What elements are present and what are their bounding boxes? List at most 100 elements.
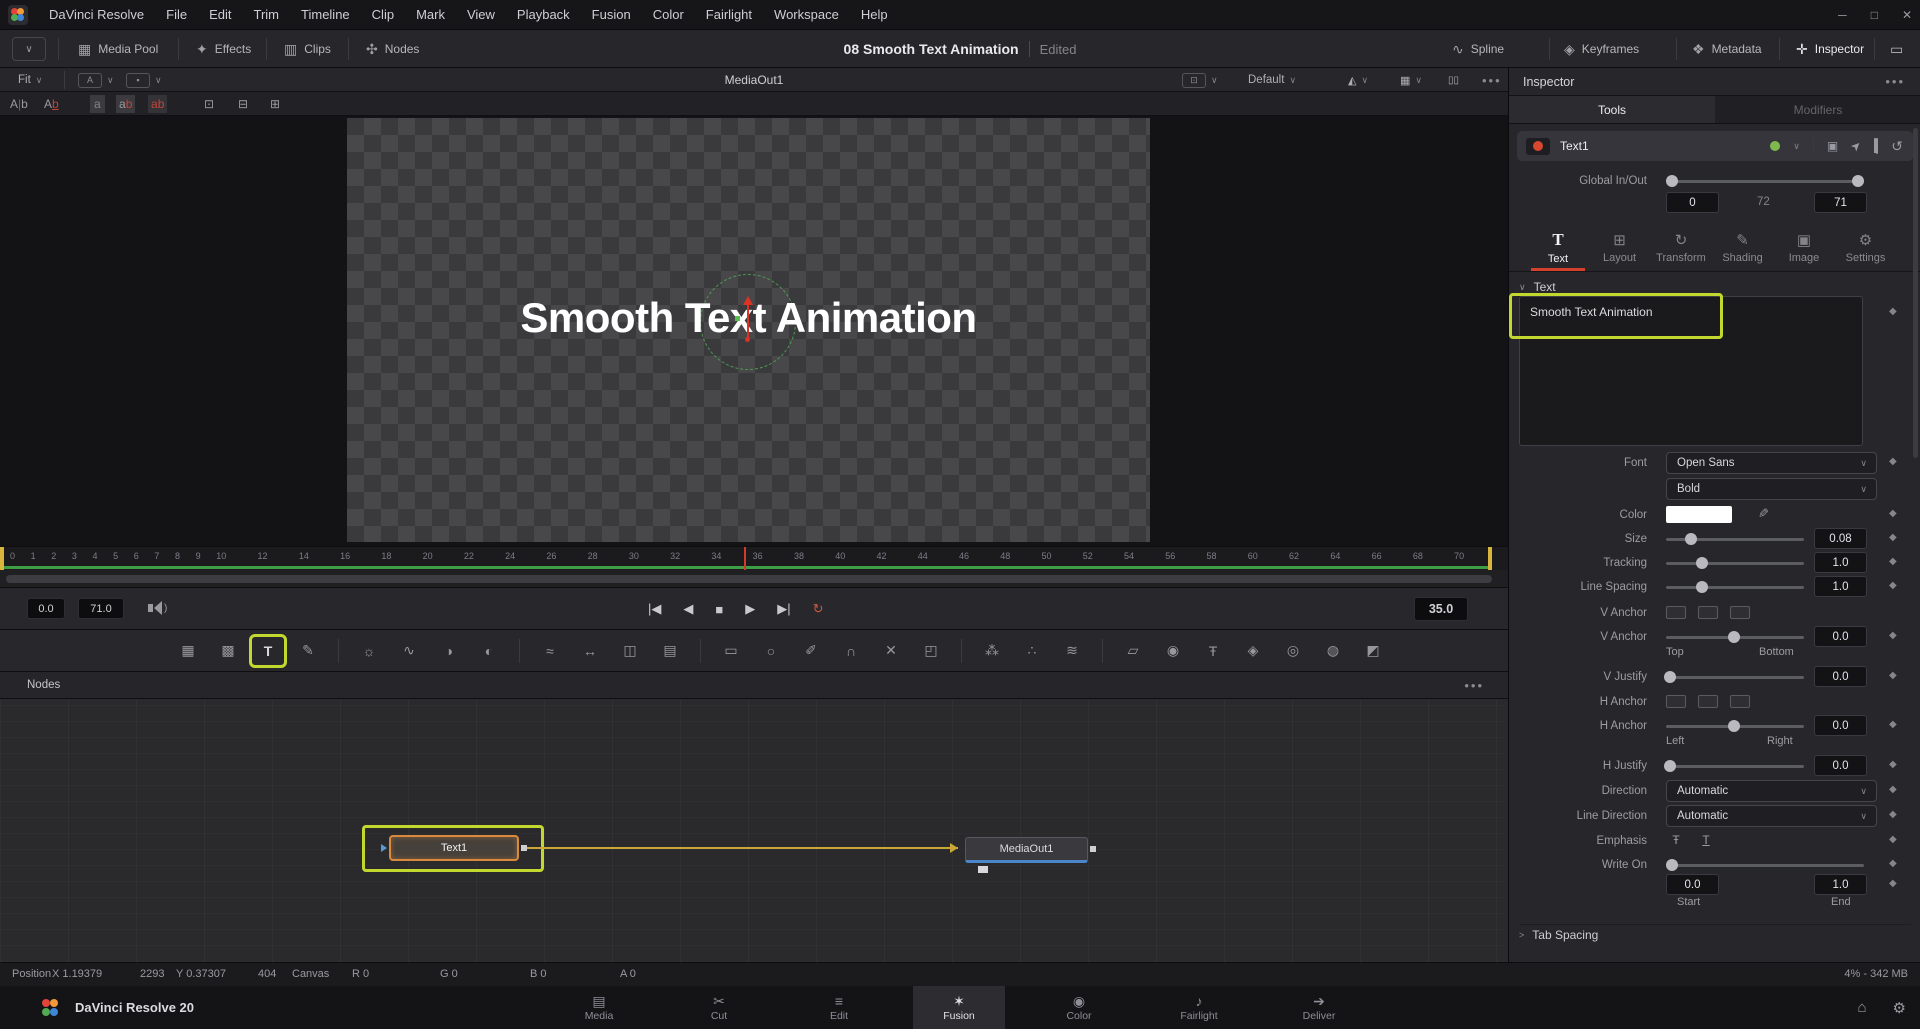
menu-edit[interactable]: Edit [198, 0, 242, 29]
v-anchor-bottom-button[interactable] [1730, 606, 1750, 619]
play-button[interactable]: ▶ [745, 601, 755, 617]
line-spacing-field[interactable]: 1.0 [1814, 576, 1867, 597]
timeline-scrollbar[interactable] [0, 570, 1508, 588]
keyframe-diamond-icon[interactable]: ◆ [1889, 630, 1897, 641]
close-icon[interactable]: ✕ [1902, 8, 1912, 22]
viewer-guides-button[interactable]: ⊡∨ [1182, 68, 1218, 92]
h-anchor-right-button[interactable] [1730, 695, 1750, 708]
font-family-dropdown[interactable]: Open Sans∨ [1666, 452, 1877, 474]
current-frame-field[interactable]: 35.0 [1414, 597, 1468, 621]
global-out-field[interactable]: 71 [1814, 192, 1867, 213]
inspector-tab-transform[interactable]: ↻Transform [1650, 224, 1712, 270]
menu-workspace[interactable]: Workspace [763, 0, 850, 29]
node-connection-wire[interactable] [527, 847, 958, 849]
lock-icon[interactable] [1874, 139, 1878, 153]
write-on-slider-handle[interactable] [1666, 859, 1678, 871]
keyframe-diamond-icon[interactable]: ◆ [1889, 532, 1897, 543]
inspector-tab-text[interactable]: TText [1527, 224, 1589, 270]
keyframe-diamond-icon[interactable]: ◆ [1889, 834, 1897, 845]
font-style-dropdown[interactable]: Bold∨ [1666, 478, 1877, 500]
v-anchor-top-button[interactable] [1666, 606, 1686, 619]
keyframe-diamond-icon[interactable]: ◆ [1889, 306, 1897, 317]
menu-file[interactable]: File [155, 0, 198, 29]
inspector-tab-shading[interactable]: ✎Shading [1712, 224, 1774, 270]
merge-tool-icon[interactable]: ◫ [615, 638, 645, 664]
keyframe-diamond-icon[interactable]: ◆ [1889, 556, 1897, 567]
keyframe-diamond-icon[interactable]: ◆ [1889, 508, 1897, 519]
text1-input-arrow[interactable] [381, 844, 387, 852]
page-media[interactable]: ▤Media [553, 986, 645, 1029]
media-pool-button[interactable]: ▦ Media Pool [78, 30, 158, 68]
spline-button[interactable]: ∿ Spline [1452, 30, 1504, 68]
merge-3d-tool-icon[interactable]: ◈ [1238, 638, 1268, 664]
menu-fusion[interactable]: Fusion [581, 0, 642, 29]
node-color-dot[interactable] [1770, 141, 1780, 151]
page-deliver[interactable]: ➔Deliver [1273, 986, 1365, 1029]
keyframe-diamond-icon[interactable]: ◆ [1889, 580, 1897, 591]
keyframe-diamond-icon[interactable]: ◆ [1889, 809, 1897, 820]
tracking-field[interactable]: 1.0 [1814, 552, 1867, 573]
h-justify-slider-handle[interactable] [1664, 760, 1676, 772]
v-anchor-slider-handle[interactable] [1728, 631, 1740, 643]
settings-gear-icon[interactable]: ⚙ [1893, 999, 1906, 1017]
pin-icon[interactable]: ➤ [1848, 137, 1865, 154]
playhead[interactable] [744, 547, 746, 571]
v-anchor-field[interactable]: 0.0 [1814, 626, 1867, 647]
color-curves-tool-icon[interactable]: ∿ [394, 638, 424, 664]
underline-button[interactable]: T [1696, 832, 1716, 848]
fastnoise-tool-icon[interactable]: ▩ [213, 638, 243, 664]
v-anchor-middle-button[interactable] [1698, 606, 1718, 619]
line-spacing-slider[interactable] [1666, 586, 1804, 589]
tab-modifiers[interactable]: Modifiers [1715, 96, 1920, 123]
last-frame-button[interactable]: ▶| [777, 601, 790, 617]
effects-button[interactable]: ✦ Effects [196, 30, 251, 68]
brightness-contrast-tool-icon[interactable]: ◐ [474, 638, 504, 664]
inspector-node-header[interactable]: Text1 ∨ ▣ ➤ ↺ [1517, 131, 1913, 161]
text-plus-tool-icon[interactable]: T [253, 638, 283, 664]
timeline-ruler[interactable]: 0123456789101214161820222426283032343638… [0, 546, 1508, 570]
h-anchor-left-button[interactable] [1666, 695, 1686, 708]
mediaout1-output-socket[interactable] [1090, 846, 1096, 852]
center-point-handle[interactable] [745, 337, 750, 342]
global-in-field[interactable]: 0 [1666, 192, 1719, 213]
paint-tool-icon[interactable]: ✎ [293, 638, 323, 664]
write-on-slider[interactable] [1666, 864, 1864, 867]
viewer-grid-button[interactable]: ▦∨ [1400, 68, 1422, 92]
page-cut[interactable]: ✂Cut [673, 986, 765, 1029]
word-level-styling-tool[interactable]: ab [116, 95, 135, 113]
text-cursor-tool[interactable]: A|b [10, 95, 28, 113]
keyframe-diamond-icon[interactable]: ◆ [1889, 759, 1897, 770]
delta-keyer-tool-icon[interactable]: ✕ [876, 638, 906, 664]
menu-davinci-resolve[interactable]: DaVinci Resolve [38, 0, 155, 29]
menu-trim[interactable]: Trim [243, 0, 291, 29]
viewer-split-button[interactable]: ▯▯ [1448, 68, 1459, 92]
line-level-styling-tool[interactable]: ab [148, 95, 167, 113]
home-icon[interactable]: ⌂ [1857, 999, 1866, 1016]
keyframe-diamond-icon[interactable]: ◆ [1889, 456, 1897, 467]
menu-color[interactable]: Color [642, 0, 695, 29]
manipulator-frame-tool[interactable]: ⊡ [204, 95, 214, 113]
nodes-button[interactable]: ✣ Nodes [366, 30, 419, 68]
strikethrough-button[interactable]: Ŧ [1666, 832, 1686, 848]
keyframes-button[interactable]: ◈ Keyframes [1564, 30, 1639, 68]
h-anchor-field[interactable]: 0.0 [1814, 715, 1867, 736]
range-out-field[interactable]: 71.0 [78, 598, 124, 619]
spotlight-3d-tool-icon[interactable]: ◍ [1318, 638, 1348, 664]
dual-screen-icon[interactable]: ▭ [1890, 30, 1903, 68]
polygon-mask-tool-icon[interactable]: ✐ [796, 638, 826, 664]
renderer-3d-tool-icon[interactable]: ◩ [1358, 638, 1388, 664]
particle-emitter-tool-icon[interactable]: ⁂ [977, 638, 1007, 664]
menu-view[interactable]: View [456, 0, 506, 29]
node-mediaout1[interactable]: MediaOut1 [965, 837, 1088, 863]
manipulator-remove-tool[interactable]: ⊟ [238, 95, 248, 113]
menu-fairlight[interactable]: Fairlight [695, 0, 763, 29]
background-tool-icon[interactable]: ▦ [173, 638, 203, 664]
ellipse-mask-tool-icon[interactable]: ○ [756, 638, 786, 664]
page-edit[interactable]: ≡Edit [793, 986, 885, 1029]
inspector-button[interactable]: ✛ Inspector [1796, 30, 1864, 68]
h-anchor-slider-handle[interactable] [1728, 720, 1740, 732]
tab-tools[interactable]: Tools [1509, 96, 1715, 123]
inspector-scrollbar[interactable] [1913, 128, 1918, 458]
global-in-out-slider[interactable] [1666, 180, 1864, 183]
color-swatch[interactable] [1666, 506, 1732, 523]
